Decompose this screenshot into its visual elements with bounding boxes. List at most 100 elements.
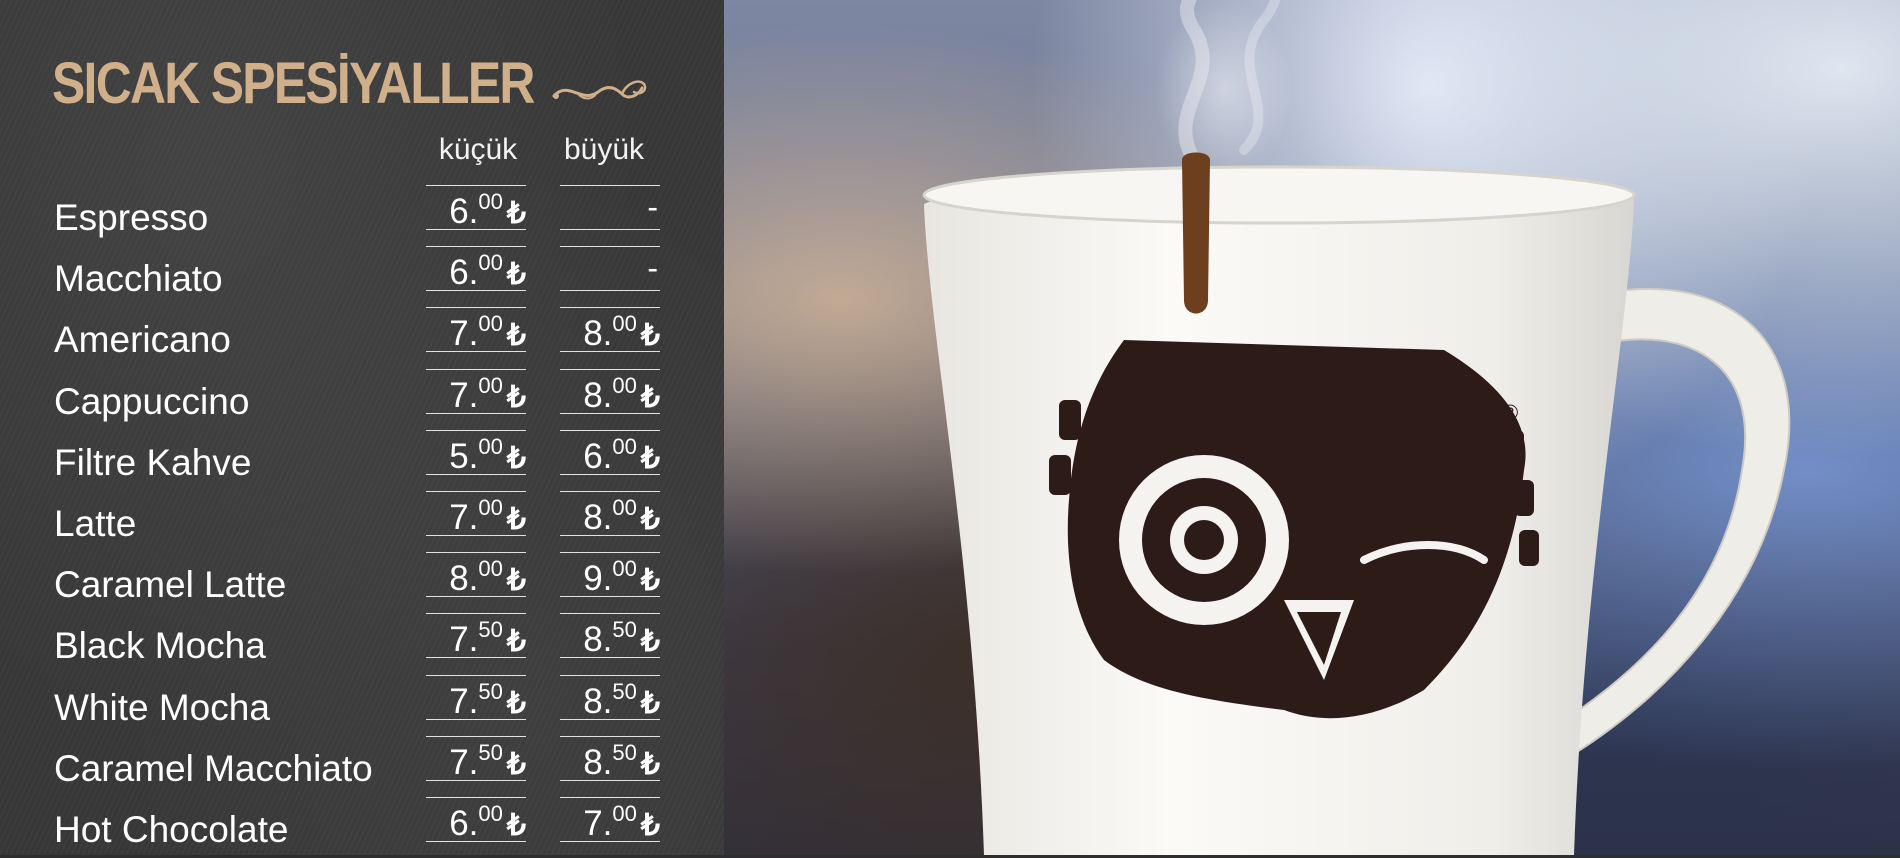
- menu-title: SICAK SPESİYALLER: [52, 50, 535, 116]
- lira-currency-icon: ₺: [506, 625, 526, 659]
- title-row: SICAK SPESİYALLER: [52, 48, 612, 118]
- price-decimal: 50: [478, 678, 503, 704]
- menu-row: Caramel Macchiato 7.50 ₺ 8.50 ₺: [0, 735, 724, 797]
- price-large: 8.00 ₺: [560, 368, 660, 415]
- price-decimal: 50: [478, 617, 503, 643]
- coffee-mug-photo: ®: [724, 0, 1900, 855]
- price-integer: 8.: [583, 742, 613, 782]
- price-small: 7.50 ₺: [426, 735, 526, 782]
- price-large: 8.00 ₺: [560, 307, 660, 354]
- price-decimal: 00: [612, 372, 637, 398]
- price-decimal: 00: [612, 433, 637, 459]
- menu-row: White Mocha 7.50 ₺ 8.50 ₺: [0, 674, 724, 736]
- price-decimal: 00: [478, 250, 503, 276]
- lira-currency-icon: ₺: [506, 258, 526, 292]
- item-name: Caramel Macchiato: [54, 747, 373, 789]
- item-name: Cappuccino: [54, 380, 250, 422]
- price-small: 7.00 ₺: [426, 307, 526, 354]
- price-integer: 8.: [449, 559, 479, 599]
- item-name: Hot Chocolate: [54, 809, 289, 850]
- price-small: 6.00 ₺: [426, 797, 526, 843]
- price-integer: 7.: [583, 804, 613, 843]
- menu-row: Hot Chocolate 6.00 ₺ 7.00 ₺: [0, 797, 724, 858]
- lira-currency-icon: ₺: [506, 747, 526, 781]
- item-name: Black Mocha: [54, 625, 266, 667]
- price-integer: 8.: [583, 314, 613, 354]
- price-large: 8.00 ₺: [560, 491, 660, 537]
- price-small: 8.00 ₺: [426, 552, 526, 599]
- price-integer: 8.: [583, 498, 613, 537]
- item-name: Latte: [54, 503, 137, 544]
- price-large: -: [560, 246, 660, 292]
- price-small: 5.00 ₺: [426, 429, 526, 476]
- price-integer: 7.: [449, 620, 479, 660]
- lira-currency-icon: ₺: [506, 319, 526, 353]
- lira-currency-icon: ₺: [640, 319, 660, 353]
- price-integer: 9.: [583, 559, 613, 599]
- price-decimal: 00: [478, 495, 503, 520]
- menu-row: Latte 7.00 ₺ 8.00 ₺: [0, 491, 724, 552]
- price-integer: 5.: [449, 436, 479, 476]
- menu-row: Black Mocha 7.50 ₺ 8.50 ₺: [0, 613, 724, 674]
- lira-currency-icon: ₺: [640, 686, 660, 720]
- price-large: 9.00 ₺: [560, 552, 660, 599]
- item-name: Macchiato: [54, 258, 223, 300]
- price-integer: 7.: [449, 314, 479, 354]
- price-large: 8.50 ₺: [560, 613, 660, 660]
- item-name: White Mocha: [54, 686, 270, 728]
- price-decimal: 50: [612, 678, 637, 704]
- menu-row: Macchiato 6.00 ₺ -: [0, 246, 724, 307]
- price-decimal: 50: [478, 739, 503, 765]
- price-integer: 7.: [449, 742, 479, 782]
- menu-row: Espresso 6.00 ₺ -: [0, 185, 724, 246]
- price-integer: 7.: [449, 498, 479, 537]
- column-header-small: küçük: [438, 133, 518, 166]
- price-large: 7.00 ₺: [560, 797, 660, 843]
- lira-currency-icon: ₺: [640, 564, 660, 598]
- price-decimal: 00: [478, 189, 503, 214]
- price-integer: 8.: [583, 375, 613, 415]
- price-integer: 8.: [583, 620, 613, 660]
- price-integer: 6.: [449, 804, 479, 843]
- menu-row: Americano 7.00 ₺ 8.00 ₺: [0, 307, 724, 368]
- price-decimal: 00: [478, 556, 503, 582]
- lira-currency-icon: ₺: [506, 503, 526, 536]
- lira-currency-icon: ₺: [640, 625, 660, 659]
- price-decimal: 00: [478, 372, 503, 398]
- lira-currency-icon: ₺: [640, 503, 660, 536]
- price-integer: 6.: [583, 436, 613, 476]
- price-small: 7.50 ₺: [426, 613, 526, 660]
- menu-row: Cappuccino 7.00 ₺ 8.00 ₺: [0, 368, 724, 430]
- lira-currency-icon: ₺: [506, 197, 526, 230]
- price-decimal: 00: [478, 801, 503, 826]
- price-integer: 6.: [449, 192, 479, 231]
- price-decimal: 50: [612, 617, 637, 643]
- price-integer: 8.: [583, 681, 613, 721]
- price-decimal: 00: [612, 311, 637, 337]
- price-decimal: 00: [612, 495, 637, 520]
- price-dash: -: [647, 250, 658, 287]
- price-small: 7.00 ₺: [426, 491, 526, 537]
- price-decimal: 00: [478, 311, 503, 337]
- lira-currency-icon: ₺: [506, 686, 526, 720]
- price-large: 8.50 ₺: [560, 674, 660, 721]
- menu-board: SICAK SPESİYALLER küçük büyük Espresso 6.…: [0, 0, 724, 855]
- lira-currency-icon: ₺: [640, 809, 660, 842]
- price-small: 7.50 ₺: [426, 674, 526, 721]
- lira-currency-icon: ₺: [640, 747, 660, 781]
- item-name: Filtre Kahve: [54, 441, 252, 483]
- item-name: Espresso: [54, 197, 209, 238]
- price-integer: 7.: [449, 681, 479, 721]
- price-large: 8.50 ₺: [560, 735, 660, 782]
- steam: [1154, 0, 1294, 180]
- price-small: 6.00 ₺: [426, 185, 526, 231]
- menu-row: Caramel Latte 8.00 ₺ 9.00 ₺: [0, 552, 724, 613]
- item-name: Caramel Latte: [54, 564, 287, 606]
- price-small: 6.00 ₺: [426, 246, 526, 292]
- menu-row: Filtre Kahve 5.00 ₺ 6.00 ₺: [0, 429, 724, 491]
- price-decimal: 50: [612, 739, 637, 765]
- lira-currency-icon: ₺: [640, 441, 660, 475]
- lira-currency-icon: ₺: [506, 809, 526, 842]
- lira-currency-icon: ₺: [640, 380, 660, 414]
- price-integer: 7.: [449, 375, 479, 415]
